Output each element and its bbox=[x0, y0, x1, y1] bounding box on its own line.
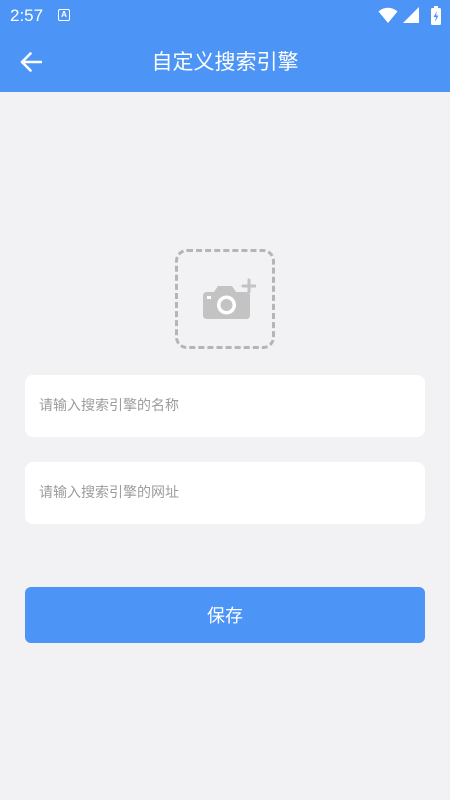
engine-name-input[interactable] bbox=[25, 375, 425, 437]
back-button[interactable] bbox=[14, 46, 48, 78]
save-button[interactable]: 保存 bbox=[25, 587, 425, 643]
wifi-icon bbox=[378, 7, 398, 23]
battery-charging-icon bbox=[431, 6, 441, 25]
cellular-signal-icon bbox=[403, 7, 419, 23]
name-field-container bbox=[25, 375, 425, 437]
notification-icon: A bbox=[58, 9, 70, 21]
app-bar: 自定义搜索引擎 bbox=[0, 32, 450, 92]
camera-add-icon bbox=[203, 278, 256, 319]
engine-url-input[interactable] bbox=[25, 462, 425, 524]
arrow-left-icon bbox=[20, 52, 42, 72]
page-title: 自定义搜索引擎 bbox=[151, 50, 299, 74]
status-bar: 2:57 A bbox=[0, 0, 450, 32]
url-field-container bbox=[25, 462, 425, 524]
add-image-button[interactable] bbox=[175, 249, 275, 349]
status-time: 2:57 bbox=[10, 6, 44, 25]
